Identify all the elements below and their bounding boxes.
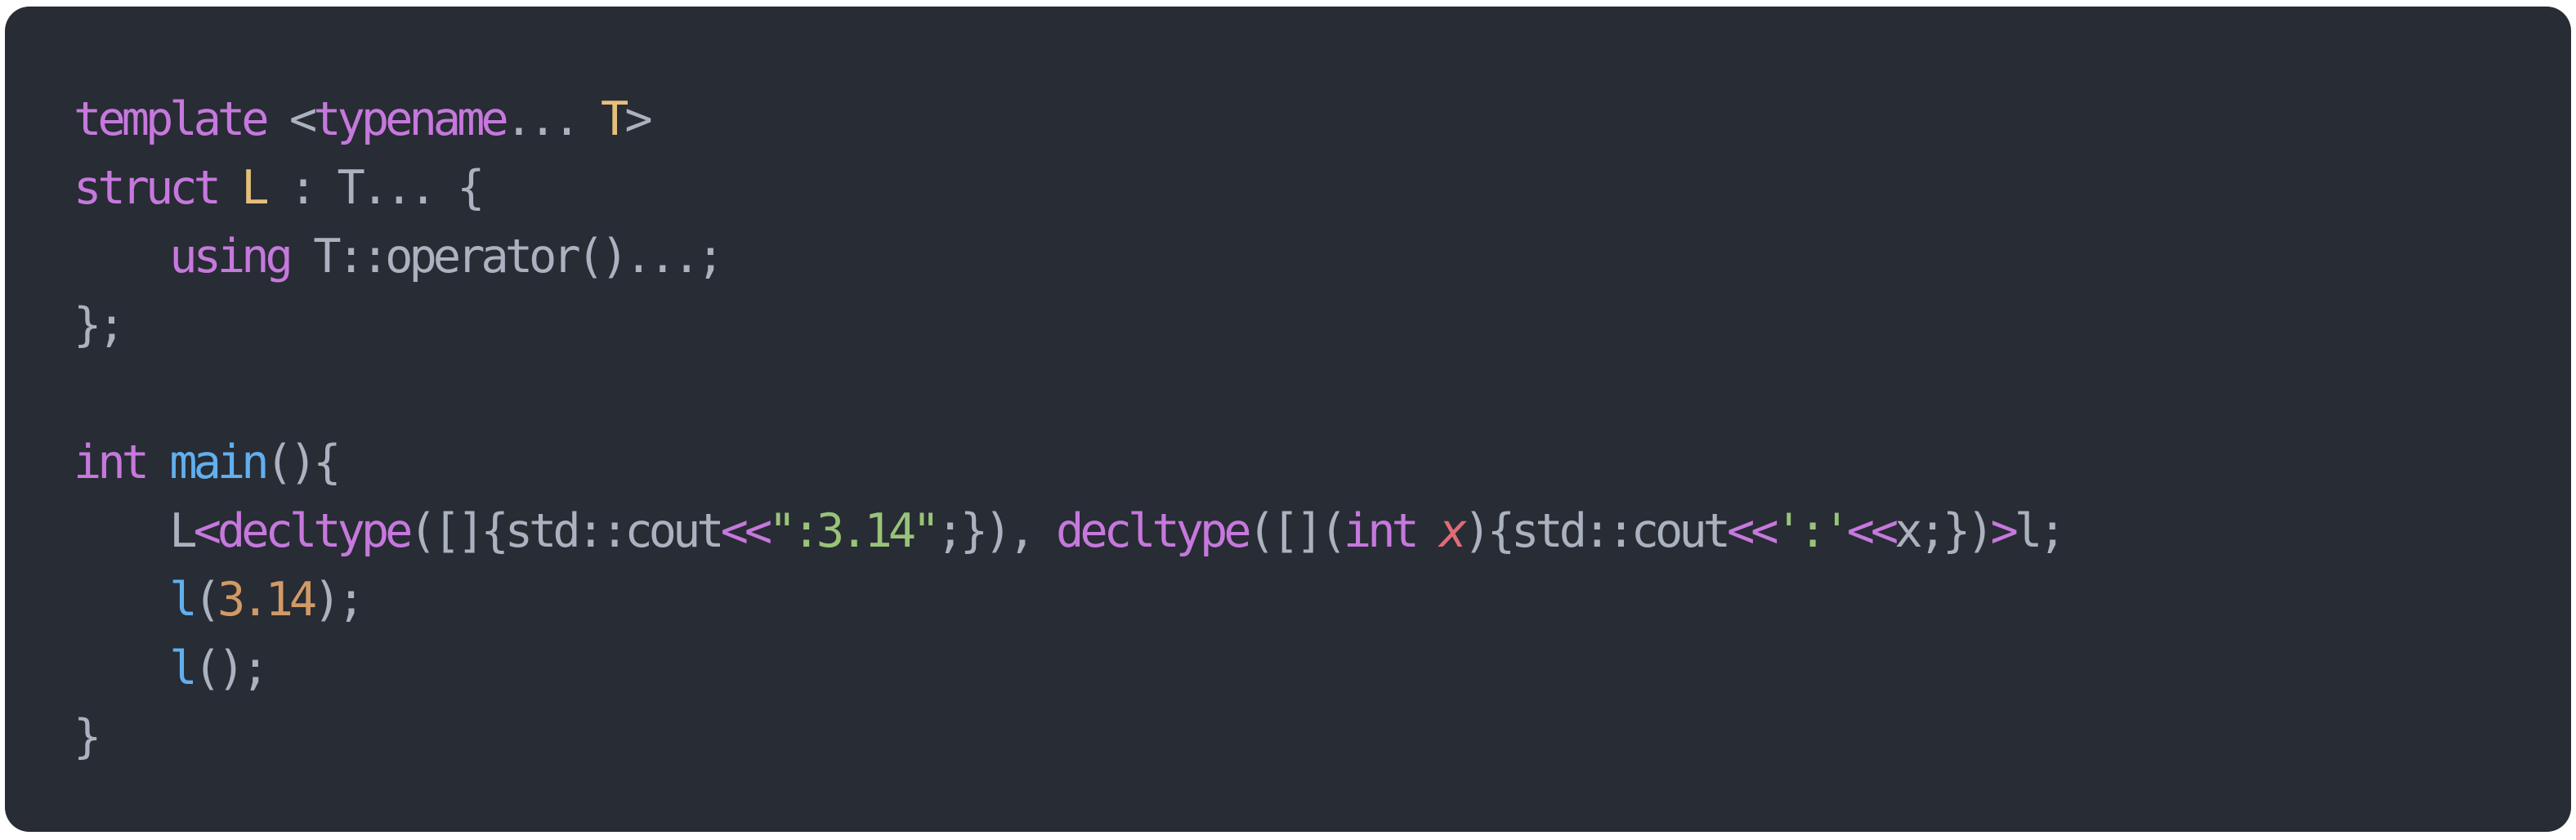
code-token: ([]{std::cout bbox=[409, 504, 724, 558]
code-token: ( bbox=[193, 573, 221, 627]
code-token: ;}), bbox=[936, 504, 1057, 558]
code-token: ":3.14" bbox=[768, 504, 940, 558]
code-token: int bbox=[74, 436, 150, 489]
code-token: struct bbox=[74, 161, 221, 215]
code-token: L bbox=[241, 161, 269, 215]
code-token: decltype bbox=[1056, 504, 1252, 558]
code-token: x;}) bbox=[1894, 504, 1994, 558]
code-token: (){ bbox=[265, 436, 342, 489]
code-token: }; bbox=[74, 298, 126, 352]
code-line: struct L : T... { bbox=[74, 154, 2062, 222]
code-token: ... bbox=[504, 92, 602, 146]
code-token: << bbox=[1846, 504, 1899, 558]
code-snippet-card: template <typename... T> struct L : T... … bbox=[5, 7, 2571, 832]
code-token: T::operator()...; bbox=[288, 230, 724, 284]
code-token: template bbox=[74, 92, 270, 146]
code-token: << bbox=[1726, 504, 1779, 558]
code-token: decltype bbox=[217, 504, 414, 558]
code-token: main bbox=[169, 436, 269, 489]
code-token: (); bbox=[193, 641, 270, 695]
code-token: > bbox=[624, 92, 652, 146]
code-line: }; bbox=[74, 291, 2062, 360]
code-token: L bbox=[74, 504, 197, 558]
code-line: } bbox=[74, 703, 2062, 771]
code-block: template <typename... T> struct L : T... … bbox=[74, 85, 2067, 771]
code-token: l bbox=[169, 641, 197, 695]
code-token: l bbox=[169, 573, 197, 627]
code-token: < bbox=[265, 92, 317, 146]
code-line: l(); bbox=[74, 634, 2062, 703]
code-token: : T... { bbox=[265, 161, 485, 215]
code-token: ){std::cout bbox=[1463, 504, 1730, 558]
code-line: L<decltype([]{std::cout<<":3.14";}), dec… bbox=[74, 497, 2067, 565]
code-token: ); bbox=[313, 573, 365, 627]
code-line: template <typename... T> bbox=[74, 85, 2062, 154]
code-token: 3.14 bbox=[217, 573, 317, 627]
code-line: l(3.14); bbox=[74, 565, 2062, 634]
code-token: T bbox=[601, 92, 628, 146]
code-line: using T::operator()...; bbox=[74, 222, 2062, 291]
code-line: int main(){ bbox=[74, 428, 2062, 497]
code-token: int bbox=[1343, 504, 1420, 558]
code-token: ([]( bbox=[1247, 504, 1348, 558]
code-token: << bbox=[720, 504, 773, 558]
code-token: ':' bbox=[1774, 504, 1851, 558]
code-token: using bbox=[169, 230, 293, 284]
code-token: x bbox=[1439, 504, 1467, 558]
code-token: < bbox=[193, 504, 221, 558]
code-token: > bbox=[1990, 504, 2019, 558]
code-token: typename bbox=[313, 92, 509, 146]
code-token: l; bbox=[2014, 504, 2067, 558]
code-token: } bbox=[74, 710, 101, 764]
